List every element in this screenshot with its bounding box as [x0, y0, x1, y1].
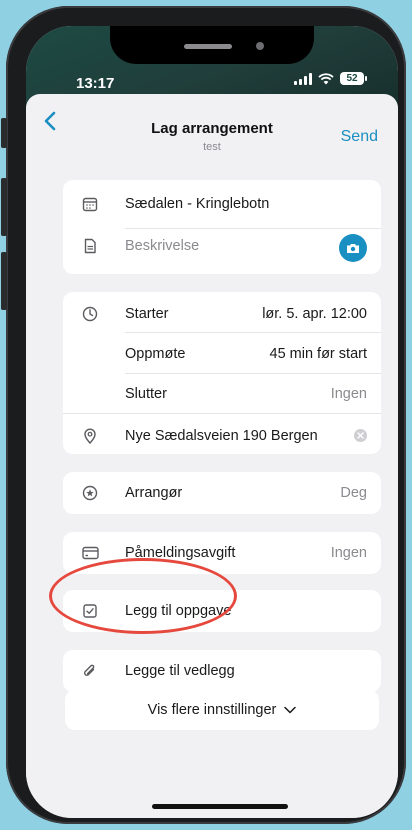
- location-value: Nye Sædalsveien 190 Bergen: [125, 428, 318, 444]
- description-row[interactable]: Beskrivelse: [63, 224, 381, 268]
- end-value: Ingen: [330, 386, 367, 402]
- home-indicator: [152, 804, 288, 809]
- organizer-card[interactable]: Arrangør Deg: [63, 472, 381, 514]
- add-attachment-row[interactable]: Legge til vedlegg: [63, 649, 381, 693]
- event-title-value: Sædalen - Kringlebotn: [125, 196, 270, 212]
- end-label: Slutter: [125, 386, 167, 402]
- send-button[interactable]: Send: [341, 128, 378, 146]
- volume-up-button: [1, 178, 7, 236]
- title-row[interactable]: Sædalen - Kringlebotn: [63, 182, 381, 226]
- meet-row[interactable]: Oppmøte 45 min før start: [63, 332, 381, 376]
- dynamic-island: [110, 26, 314, 64]
- phone-frame: 13:17 52 Lag arrangement test Send Sædal…: [1, 6, 406, 824]
- end-row[interactable]: Slutter Ingen: [63, 372, 381, 416]
- calendar-icon: [81, 195, 99, 213]
- meet-label: Oppmøte: [125, 346, 186, 362]
- organizer-value: Deg: [340, 485, 367, 501]
- volume-down-button: [1, 252, 7, 310]
- more-settings-button[interactable]: Vis flere innstillinger: [65, 690, 379, 730]
- details-card: Sædalen - Kringlebotn Beskrivelse: [63, 180, 381, 274]
- task-card[interactable]: Legg til oppgave: [63, 590, 381, 632]
- meet-value: 45 min før start: [269, 346, 368, 362]
- document-icon: [81, 237, 99, 255]
- status-icons: 52: [294, 72, 367, 85]
- attachment-card[interactable]: Legge til vedlegg: [63, 650, 381, 692]
- checkbox-icon: [81, 602, 99, 620]
- description-placeholder: Beskrivelse: [125, 238, 200, 254]
- signal-icon: [294, 72, 312, 85]
- fee-card[interactable]: Påmeldingsavgift Ingen: [63, 532, 381, 574]
- screen: 13:17 52 Lag arrangement test Send Sædal…: [26, 26, 398, 818]
- start-label: Starter: [125, 306, 169, 322]
- organizer-row[interactable]: Arrangør Deg: [63, 471, 381, 515]
- more-settings-label: Vis flere innstillinger: [147, 702, 277, 718]
- start-row[interactable]: Starter lør. 5. apr. 12:00: [63, 292, 381, 336]
- close-icon: [357, 432, 364, 439]
- paperclip-icon: [81, 662, 99, 680]
- fee-value: Ingen: [330, 545, 367, 561]
- silent-switch: [1, 118, 7, 148]
- clear-location-button[interactable]: [354, 429, 367, 442]
- camera-icon: [347, 244, 359, 253]
- fee-row[interactable]: Påmeldingsavgift Ingen: [63, 531, 381, 575]
- wifi-icon: [318, 72, 334, 84]
- organizer-label: Arrangør: [125, 485, 183, 501]
- add-attachment-label: Legge til vedlegg: [125, 663, 235, 679]
- nav-bar: Lag arrangement test Send: [26, 94, 398, 164]
- star-icon: [81, 484, 99, 502]
- schedule-card: Starter lør. 5. apr. 12:00 Oppmøte 45 mi…: [63, 292, 381, 454]
- camera-button[interactable]: [339, 234, 367, 262]
- add-task-label: Legg til oppgave: [125, 603, 232, 619]
- start-value: lør. 5. apr. 12:00: [262, 306, 367, 322]
- location-row[interactable]: Nye Sædalsveien 190 Bergen: [63, 414, 381, 458]
- add-task-row[interactable]: Legg til oppgave: [63, 589, 381, 633]
- fee-label: Påmeldingsavgift: [125, 545, 236, 561]
- clock-icon: [81, 305, 99, 323]
- credit-card-icon: [81, 544, 99, 562]
- status-time: 13:17: [76, 75, 115, 92]
- battery-icon: 52: [340, 72, 367, 85]
- chevron-down-icon: [284, 706, 297, 714]
- location-pin-icon: [81, 427, 99, 445]
